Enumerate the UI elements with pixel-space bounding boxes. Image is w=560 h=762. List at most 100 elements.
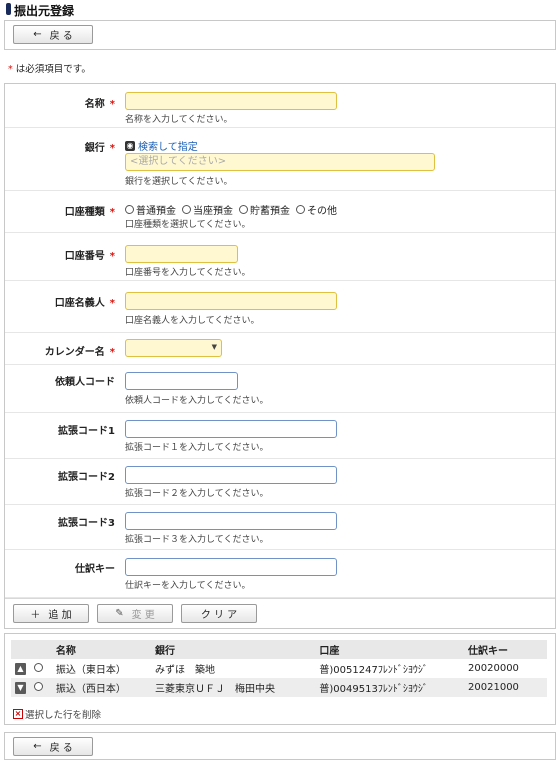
cell-name: 振込（東日本） xyxy=(55,665,126,676)
bottom-toolbar: ← 戻 る xyxy=(4,732,556,760)
table-row[interactable]: ▲ 振込（東日本） みずほ 築地 普)0051247ﾌﾚﾝﾄﾞｼﾖｳｼﾞ 200… xyxy=(11,659,547,678)
plus-icon: ＋ xyxy=(30,610,41,621)
requester-code-input[interactable] xyxy=(125,372,238,390)
move-up-icon[interactable]: ▲ xyxy=(15,662,26,675)
account-number-label: 口座番号 * xyxy=(64,251,115,262)
add-button[interactable]: ＋ 追 加 xyxy=(13,604,89,623)
move-down-icon[interactable]: ▼ xyxy=(15,681,26,694)
bank-select-field[interactable]: <選択してください> xyxy=(125,153,435,171)
x-box-icon: × xyxy=(13,709,23,719)
row-ext-code2: 拡張コード2 拡張コード２を入力してください。 xyxy=(5,459,555,505)
back-button-bottom[interactable]: ← 戻 る xyxy=(13,737,93,756)
cell-journal-key: 20020000 xyxy=(468,663,519,674)
cell-account: 普)0049513ﾌﾚﾝﾄﾞｼﾖｳｼﾞ xyxy=(315,678,465,697)
cell-bank: みずほ 築地 xyxy=(154,665,215,676)
ext-code3-label: 拡張コード3 xyxy=(58,518,115,529)
clear-button[interactable]: ク リ ア xyxy=(181,604,257,623)
clear-button-label: ク リ ア xyxy=(200,610,238,621)
ext-code1-input[interactable] xyxy=(125,420,337,438)
account-number-input[interactable] xyxy=(125,245,238,263)
radio-option-ordinary[interactable]: 普通預金 xyxy=(125,202,176,217)
change-button[interactable]: ✎ 変 更 xyxy=(97,604,173,623)
row-ext-code3: 拡張コード3 拡張コード３を入力してください。 xyxy=(5,505,555,550)
arrow-left-icon: ← xyxy=(33,29,42,40)
table-row[interactable]: ▼ 振込（西日本） 三菱東京ＵＦＪ 梅田中央 普)0049513ﾌﾚﾝﾄﾞｼﾖｳ… xyxy=(11,678,547,697)
col-header-name: 名称 xyxy=(51,640,151,659)
requester-code-hint: 依頼人コードを入力してください。 xyxy=(125,396,269,406)
bank-search[interactable]: ◉ 検索して指定 xyxy=(125,138,198,153)
name-label: 名称 * xyxy=(84,99,115,110)
account-number-hint: 口座番号を入力してください。 xyxy=(125,268,251,278)
row-account-number: 口座番号 * 口座番号を入力してください。 xyxy=(5,233,555,281)
ext-code1-hint: 拡張コード１を入力してください。 xyxy=(125,443,269,453)
back-button-top[interactable]: ← 戻 る xyxy=(13,25,93,44)
row-account-type: 口座種類 * 普通預金 当座預金 貯蓄預金 その他 口座種類を選択してください。 xyxy=(5,191,555,233)
page-title: 振出元登録 xyxy=(14,4,75,18)
delete-selected-link[interactable]: × 選択した行を削除 xyxy=(13,707,101,721)
title-bar: 振出元登録 xyxy=(0,0,560,18)
row-actions: ＋ 追 加 ✎ 変 更 ク リ ア xyxy=(5,598,555,629)
ext-code2-hint: 拡張コード２を入力してください。 xyxy=(125,489,269,499)
name-input[interactable] xyxy=(125,92,337,110)
ext-code2-input[interactable] xyxy=(125,466,337,484)
journal-key-input[interactable] xyxy=(125,558,337,576)
row-select-radio[interactable] xyxy=(34,681,43,691)
row-journal-key: 仕訳キー 仕訳キーを入力してください。 xyxy=(5,550,555,598)
table-header-row: 名称 銀行 口座 仕訳キー xyxy=(11,640,547,659)
row-calendar: カレンダー名 * ▼ xyxy=(5,333,555,365)
radio-circle-icon xyxy=(182,205,191,214)
radio-circle-icon xyxy=(296,205,305,214)
title-marker xyxy=(6,3,11,15)
requester-code-label: 依頼人コード xyxy=(55,377,115,388)
account-holder-label: 口座名義人 * xyxy=(54,298,115,309)
row-requester-code: 依頼人コード 依頼人コードを入力してください。 xyxy=(5,365,555,413)
required-note-text: は必須項目です。 xyxy=(15,64,91,75)
source-table: 名称 銀行 口座 仕訳キー ▲ 振込（東日本） みずほ 築地 普)0051247… xyxy=(11,640,547,697)
col-header-journal-key: 仕訳キー xyxy=(464,640,547,659)
calendar-label: カレンダー名 * xyxy=(44,347,115,358)
ext-code3-hint: 拡張コード３を入力してください。 xyxy=(125,535,269,545)
required-mark: * xyxy=(8,64,13,75)
top-toolbar: ← 戻 る xyxy=(4,20,556,50)
cell-account: 普)0051247ﾌﾚﾝﾄﾞｼﾖｳｼﾞ xyxy=(319,665,428,676)
name-hint: 名称を入力してください。 xyxy=(125,115,233,125)
radio-option-savings[interactable]: 貯蓄預金 xyxy=(239,202,290,217)
col-header-account: 口座 xyxy=(315,640,465,659)
journal-key-hint: 仕訳キーを入力してください。 xyxy=(125,581,251,591)
bank-placeholder: <選択してください> xyxy=(130,156,227,167)
account-holder-hint: 口座名義人を入力してください。 xyxy=(125,316,260,326)
account-type-label: 口座種類 * xyxy=(64,207,115,218)
ext-code2-label: 拡張コード2 xyxy=(58,472,115,483)
bank-hint: 銀行を選択してください。 xyxy=(125,177,233,187)
required-note: * は必須項目です。 xyxy=(8,61,91,75)
row-account-holder: 口座名義人 * 口座名義人を入力してください。 xyxy=(5,281,555,333)
magnifier-icon: ◉ xyxy=(125,140,135,151)
cell-bank: 三菱東京ＵＦＪ 梅田中央 xyxy=(150,678,316,697)
list-panel: 名称 銀行 口座 仕訳キー ▲ 振込（東日本） みずほ 築地 普)0051247… xyxy=(4,633,556,725)
row-select-radio[interactable] xyxy=(34,662,43,672)
bank-search-link[interactable]: 検索して指定 xyxy=(138,138,198,153)
arrow-left-icon: ← xyxy=(33,741,42,752)
radio-circle-icon xyxy=(239,205,248,214)
back-button-label: 戻 る xyxy=(49,743,73,754)
dropdown-arrow-icon: ▼ xyxy=(211,343,217,351)
row-bank: 銀行 * ◉ 検索して指定 <選択してください> 銀行を選択してください。 xyxy=(5,128,555,191)
account-holder-input[interactable] xyxy=(125,292,337,310)
bank-label: 銀行 * xyxy=(84,143,115,154)
cell-journal-key: 20021000 xyxy=(464,678,547,697)
cell-name: 振込（西日本） xyxy=(51,678,151,697)
add-button-label: 追 加 xyxy=(48,610,72,621)
radio-option-current[interactable]: 当座預金 xyxy=(182,202,233,217)
back-button-label: 戻 る xyxy=(49,31,73,42)
calendar-select[interactable]: ▼ xyxy=(125,339,222,357)
ext-code3-input[interactable] xyxy=(125,512,337,530)
col-header-bank: 銀行 xyxy=(150,640,316,659)
row-ext-code1: 拡張コード1 拡張コード１を入力してください。 xyxy=(5,413,555,459)
radio-option-other[interactable]: その他 xyxy=(296,202,337,217)
ext-code1-label: 拡張コード1 xyxy=(58,426,115,437)
row-name: 名称 * 名称を入力してください。 xyxy=(5,84,555,128)
pencil-icon: ✎ xyxy=(115,608,124,619)
account-type-hint: 口座種類を選択してください。 xyxy=(125,220,251,230)
account-type-radios: 普通預金 当座預金 貯蓄預金 その他 xyxy=(125,202,337,217)
change-button-label: 変 更 xyxy=(131,610,155,621)
